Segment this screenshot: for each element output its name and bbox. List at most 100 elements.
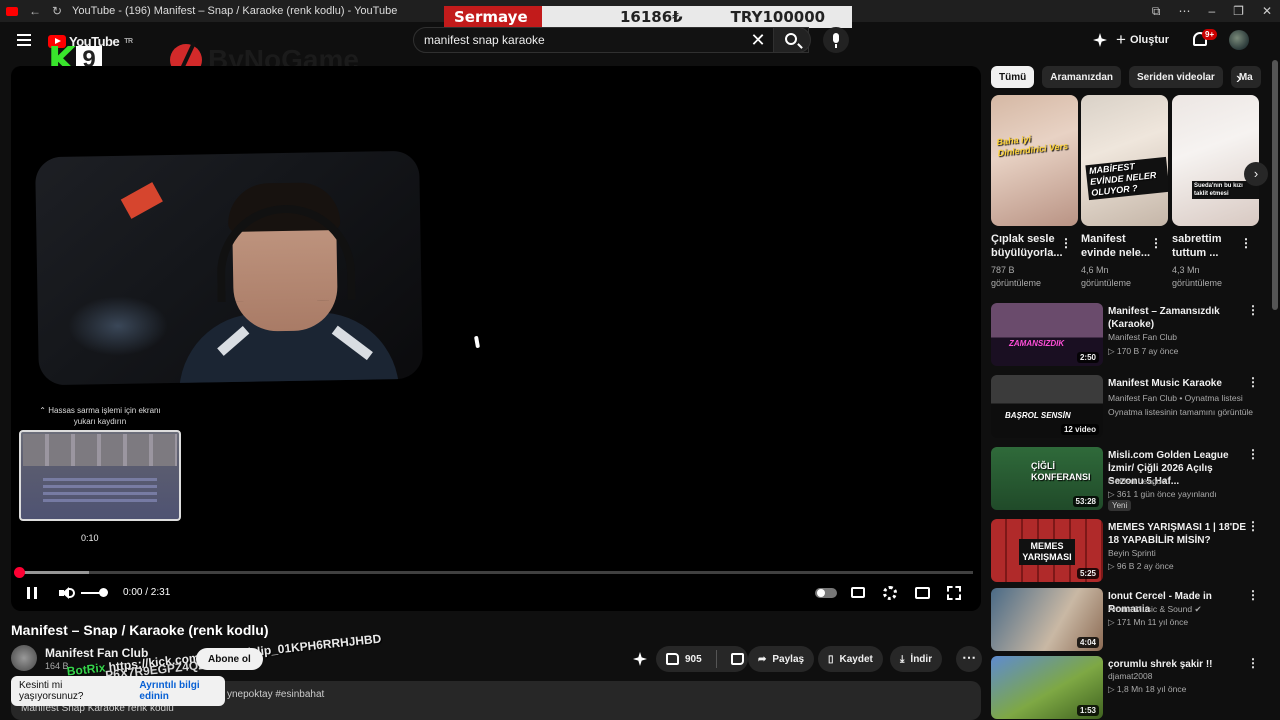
account-avatar[interactable] <box>1229 30 1249 50</box>
subscribe-button[interactable]: Abone ol <box>196 648 263 670</box>
more-actions-button[interactable]: ⋯ <box>956 646 982 672</box>
recommendation-item[interactable]: ZAMANSIZDIK 2:50 Manifest – Zamansızdık … <box>991 303 1271 367</box>
more-options-icon[interactable]: ⋮ <box>1247 588 1260 602</box>
settings-gear-icon[interactable] <box>883 586 897 600</box>
recommendation-thumbnail[interactable]: BAŞROL SENSİN 12 video <box>991 375 1103 438</box>
share-button[interactable]: ➦ Paylaş <box>748 646 815 672</box>
autoplay-toggle[interactable] <box>815 588 837 598</box>
playlist-view-all[interactable]: Oynatma listesinin tamamını görüntüle <box>1108 407 1253 417</box>
short-title[interactable]: sabrettim tuttum ... <box>1172 232 1242 260</box>
progress-bar[interactable] <box>14 567 973 578</box>
subtitles-icon[interactable] <box>851 587 865 598</box>
more-options-icon[interactable]: ⋮ <box>1247 303 1260 317</box>
voice-search-button[interactable] <box>823 27 849 53</box>
seek-preview-thumbnail <box>19 430 181 521</box>
volume-knob[interactable] <box>99 588 108 597</box>
toast-link[interactable]: Ayrıntılı bilgi edinin <box>139 680 225 702</box>
ask-ai-icon[interactable] <box>633 652 647 666</box>
short-views: 4,6 Mn görüntüleme <box>1081 265 1132 288</box>
recommendation-title[interactable]: Manifest – Zamansızdık (Karaoke) <box>1108 305 1246 331</box>
more-options-icon[interactable]: ⋮ <box>1247 519 1260 533</box>
filter-chips: Tümü Aramanızdan Seriden videolar Ma <box>991 66 1261 88</box>
short-more-icon[interactable]: ⋮ <box>1240 236 1253 250</box>
menu-hamburger-icon[interactable] <box>17 34 31 46</box>
capital-target: TRY100000 <box>730 8 826 26</box>
fullscreen-icon[interactable] <box>947 586 961 600</box>
chevron-right-icon[interactable]: › <box>1236 70 1241 88</box>
like-icon[interactable] <box>666 653 679 665</box>
recommendation-channel[interactable]: Manifest Fan Club <box>1108 332 1177 342</box>
create-button[interactable]: + Oluştur <box>1116 30 1169 50</box>
recommendation-thumbnail[interactable]: 1:53 <box>991 656 1103 719</box>
menu-icon[interactable]: ⋯ <box>1178 4 1190 18</box>
short-title[interactable]: Manifest evinde nele... <box>1081 232 1151 260</box>
recommendation-item[interactable]: ÇİĞLİ KONFERANSI 53:28 Misli.com Golden … <box>991 447 1271 511</box>
recommendation-channel[interactable]: djamat2008 <box>1108 671 1152 681</box>
clear-search-icon[interactable]: ✕ <box>748 30 768 50</box>
recommendation-channel[interactable]: Beyin Sprinti <box>1108 548 1156 558</box>
maximize-icon[interactable]: ❐ <box>1233 4 1244 18</box>
download-button[interactable]: ⤓ İndir <box>890 646 943 672</box>
close-window-icon[interactable]: ✕ <box>1262 4 1272 18</box>
share-icon: ➦ <box>758 653 767 665</box>
youtube-favicon-icon <box>6 6 18 16</box>
turkish-flag <box>120 182 163 219</box>
short-thumbnail[interactable]: MABİFEST EVİNDE NELER OLUYOR ? <box>1081 95 1168 226</box>
chip-from-series[interactable]: Seriden videolar <box>1129 66 1223 88</box>
more-options-icon[interactable]: ⋮ <box>1247 447 1260 461</box>
shorts-next-icon[interactable]: › <box>1244 162 1268 186</box>
short-caption: Baha iyi Dinlendirici Vers <box>996 133 1069 159</box>
recommendation-title[interactable]: çorumlu shrek şakir !! <box>1108 658 1246 671</box>
minimize-icon[interactable]: – <box>1208 4 1215 18</box>
recommendation-item[interactable]: 4:04 Ionut Cercel - Made in Romania Amma… <box>991 588 1271 652</box>
recommendation-item[interactable]: BAŞROL SENSİN 12 video Manifest Music Ka… <box>991 375 1271 439</box>
recommendation-thumbnail[interactable]: ZAMANSIZDIK 2:50 <box>991 303 1103 366</box>
dislike-icon[interactable] <box>730 653 744 665</box>
progress-scrubber[interactable] <box>14 567 25 578</box>
like-dislike-group: 905 <box>656 646 748 672</box>
miniplayer-icon[interactable] <box>915 587 930 599</box>
recommendation-channel[interactable]: Manifest Fan Club • Oynatma listesi <box>1108 393 1243 403</box>
download-label: İndir <box>910 653 933 665</box>
short-views: 4,3 Mn görüntüleme <box>1172 265 1223 288</box>
search-button[interactable] <box>773 27 811 53</box>
more-options-icon[interactable]: ⋮ <box>1247 375 1260 389</box>
duration-badge: 53:28 <box>1072 496 1099 507</box>
recommendation-title[interactable]: Manifest Music Karaoke <box>1108 377 1246 390</box>
like-count[interactable]: 905 <box>685 654 702 665</box>
recommendation-thumbnail[interactable]: ÇİĞLİ KONFERANSI 53:28 <box>991 447 1103 510</box>
chip-from-search[interactable]: Aramanızdan <box>1042 66 1122 88</box>
recommendation-channel[interactable]: Golden League <box>1108 476 1166 486</box>
chip-all[interactable]: Tümü <box>991 66 1035 88</box>
reload-icon[interactable]: ↻ <box>46 4 68 18</box>
short-more-icon[interactable]: ⋮ <box>1150 236 1163 250</box>
recommendation-item[interactable]: 1:53 çorumlu shrek şakir !! djamat2008 ▷… <box>991 656 1271 720</box>
toast-text: Kesinti mi yaşıyorsunuz? <box>19 680 84 702</box>
short-more-icon[interactable]: ⋮ <box>1060 236 1073 250</box>
window-title: YouTube - (196) Manifest – Snap / Karaok… <box>72 5 398 17</box>
channel-avatar[interactable] <box>11 645 37 671</box>
recommendation-channel[interactable]: Amma Music & Sound ✔ <box>1108 604 1202 615</box>
video-player[interactable]: ⌃ Hassas sarma işlemi için ekranı yukarı… <box>11 66 981 611</box>
recommendation-item[interactable]: MEMES YARIŞMASI 5:25 MEMES YARIŞMASI 1 |… <box>991 519 1271 583</box>
recommendation-title[interactable]: MEMES YARIŞMASI 1 | 18'DE 18 YAPABİLİR M… <box>1108 521 1246 547</box>
subscriber-count: 164 B <box>45 661 69 671</box>
recommendation-thumbnail[interactable]: MEMES YARIŞMASI 5:25 <box>991 519 1103 582</box>
outage-toast: Kesinti mi yaşıyorsunuz? Ayrıntılı bilgi… <box>11 676 225 706</box>
back-icon[interactable]: ← <box>24 4 46 18</box>
page-scrollbar[interactable] <box>1272 60 1278 310</box>
duration-badge: 1:53 <box>1076 705 1099 716</box>
pause-button[interactable] <box>27 587 37 599</box>
short-thumbnail[interactable]: Sueda'nın bu kızı taklit etmesi <box>1172 95 1259 226</box>
short-title[interactable]: Çıplak sesle büyülüyorla... <box>991 232 1063 260</box>
microphone-icon <box>833 33 839 43</box>
time-display: 0:00 / 2:31 <box>123 587 171 598</box>
more-options-icon[interactable]: ⋮ <box>1247 656 1260 670</box>
app-icon[interactable]: ⧉ <box>1152 4 1161 19</box>
short-thumbnail[interactable]: Baha iyi Dinlendirici Vers <box>991 95 1078 226</box>
webcam-overlay <box>35 150 423 386</box>
volume-icon[interactable] <box>59 587 75 599</box>
save-button[interactable]: ▯ Kaydet <box>818 646 883 672</box>
recommendation-thumbnail[interactable]: 4:04 <box>991 588 1103 651</box>
capital-value: 16186₺ <box>620 8 683 26</box>
